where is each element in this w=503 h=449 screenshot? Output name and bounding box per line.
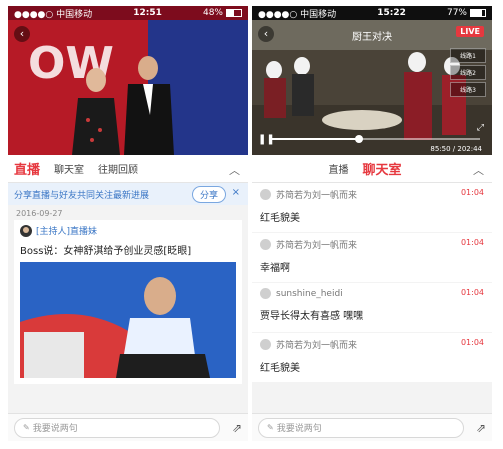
chat-time: 01:04 (460, 238, 484, 247)
seek-fill (272, 138, 360, 140)
user-avatar[interactable] (260, 239, 271, 250)
pencil-icon: ✎ (267, 423, 274, 432)
video-player[interactable]: OW ‹ (8, 20, 248, 155)
battery-percent: 48% (202, 8, 223, 18)
battery-indicator: 48% (203, 8, 242, 18)
battery-icon (226, 8, 242, 17)
share-icon[interactable]: ⇗ (226, 421, 242, 435)
playback-bar: ❚❚ (258, 133, 486, 145)
video-player[interactable]: ‹ 厨王对决 LIVE 线路1 线路2 线路3 ⤢ ❚❚ 85:50 / 202… (252, 20, 492, 155)
video-frame: OW (8, 20, 248, 155)
status-bar: ●●●●○ 中国移动 12:51 48% (8, 6, 248, 20)
carrier-label: ●●●●○ 中国移动 (14, 9, 93, 20)
collapse-chevron-icon[interactable]: ︿ (229, 162, 240, 178)
chat-username[interactable]: 苏简若为刘一帆而来 (276, 188, 357, 201)
chat-time: 01:04 (460, 188, 484, 197)
chat-username[interactable]: 苏简若为刘一帆而来 (276, 338, 357, 351)
user-avatar[interactable] (260, 339, 271, 350)
pencil-icon: ✎ (23, 423, 30, 432)
comment-placeholder: 我要说两句 (32, 424, 78, 434)
fullscreen-icon[interactable]: ⤢ (477, 123, 484, 133)
photo-image (20, 262, 236, 378)
share-button[interactable]: 分享 (191, 186, 226, 203)
seek-slider[interactable] (272, 135, 480, 143)
tab-live[interactable]: 直播 (328, 161, 348, 176)
post-text: Boss说：女神舒淇给予创业灵感[眨眼] (20, 246, 192, 257)
carrier-label: ●●●●○ 中国移动 (258, 9, 337, 20)
chat-message: 苏简若为刘一帆而来 01:04 红毛貌美 (252, 183, 492, 232)
user-avatar[interactable] (260, 288, 271, 299)
share-banner: 分享直播与好友共同关注最新进展 分享 × (8, 183, 248, 205)
screenshot-pair: ●●●●○ 中国移动 12:51 48% OW ‹ 直播 聊天室 往期回顾 ︿ (0, 0, 503, 449)
share-banner-text: 分享直播与好友共同关注最新进展 (14, 190, 150, 201)
host-avatar (20, 224, 32, 237)
chat-message-header: 苏简若为刘一帆而来 01:04 (260, 238, 484, 251)
tab-bar: 直播 聊天室 往期回顾 ︿ (8, 155, 248, 183)
chat-text: 红毛貌美 (260, 363, 300, 374)
comment-composer: ✎ 我要说两句 ⇗ (252, 413, 492, 441)
host-row: [主持人]直播妹 (20, 224, 236, 237)
line-selector: 线路1 线路2 线路3 (450, 48, 486, 99)
host-name[interactable]: [主持人]直播妹 (36, 224, 97, 237)
chat-text: 红毛貌美 (260, 213, 300, 224)
user-avatar[interactable] (260, 189, 271, 200)
right-phone-screen: ●●●●○ 中国移动 15:22 77% ‹ 厨王对决 LIVE 线路1 线路2… (252, 6, 492, 441)
live-post-card: [主持人]直播妹 Boss说：女神舒淇给予创业灵感[眨眼] (14, 220, 242, 384)
tab-bar: 直播 聊天室 ︿ (252, 155, 492, 183)
chat-username[interactable]: 苏简若为刘一帆而来 (276, 238, 357, 251)
tab-chatroom[interactable]: 聊天室 (362, 159, 401, 178)
status-bar: ●●●●○ 中国移动 15:22 77% (252, 6, 492, 20)
tab-live[interactable]: 直播 (14, 159, 40, 178)
comment-composer: ✎ 我要说两句 ⇗ (8, 413, 248, 441)
battery-indicator: 77% (447, 8, 486, 18)
chat-message: 苏简若为刘一帆而来 01:04 红毛貌美 (252, 333, 492, 382)
chat-time: 01:04 (460, 338, 484, 347)
tab-chatroom[interactable]: 聊天室 (54, 161, 84, 176)
chat-message-header: sunshine_heidi 01:04 (260, 288, 484, 299)
battery-icon (470, 8, 486, 17)
live-badge: LIVE (456, 26, 484, 37)
chat-message: 苏简若为刘一帆而来 01:04 幸福啊 (252, 233, 492, 282)
share-icon[interactable]: ⇗ (470, 421, 486, 435)
chat-text: 贾导长得太有喜感 嘿嘿 (260, 311, 364, 322)
line-option[interactable]: 线路1 (450, 48, 486, 63)
line-option[interactable]: 线路2 (450, 65, 486, 80)
chat-username[interactable]: sunshine_heidi (276, 289, 343, 299)
post-photo[interactable] (20, 262, 236, 378)
pause-icon[interactable]: ❚❚ (258, 134, 275, 145)
tab-replay[interactable]: 往期回顾 (98, 161, 138, 176)
chat-message: sunshine_heidi 01:04 贾导长得太有喜感 嘿嘿 (252, 283, 492, 332)
chat-message-header: 苏简若为刘一帆而来 01:04 (260, 188, 484, 201)
chat-list: 苏简若为刘一帆而来 01:04 红毛貌美 苏简若为刘一帆而来 01:04 幸福啊… (252, 183, 492, 383)
post-date: 2016-09-27 (16, 209, 63, 218)
comment-input[interactable]: ✎ 我要说两句 (258, 417, 464, 438)
chat-time: 01:04 (460, 288, 484, 297)
chat-text: 幸福啊 (260, 263, 290, 274)
collapse-chevron-icon[interactable]: ︿ (473, 162, 484, 178)
seek-handle[interactable] (355, 135, 364, 143)
comment-input[interactable]: ✎ 我要说两句 (14, 417, 220, 438)
comment-placeholder: 我要说两句 (276, 424, 322, 434)
close-icon[interactable]: × (232, 187, 240, 198)
battery-percent: 77% (446, 8, 467, 18)
line-option[interactable]: 线路3 (450, 82, 486, 97)
left-phone-screen: ●●●●○ 中国移动 12:51 48% OW ‹ 直播 聊天室 往期回顾 ︿ (8, 6, 248, 441)
clock: 12:51 (133, 8, 162, 18)
playback-time: 85:50 / 202:44 (430, 145, 482, 153)
back-button[interactable]: ‹ (14, 26, 30, 42)
chat-message-header: 苏简若为刘一帆而来 01:04 (260, 338, 484, 351)
clock: 15:22 (377, 8, 406, 18)
